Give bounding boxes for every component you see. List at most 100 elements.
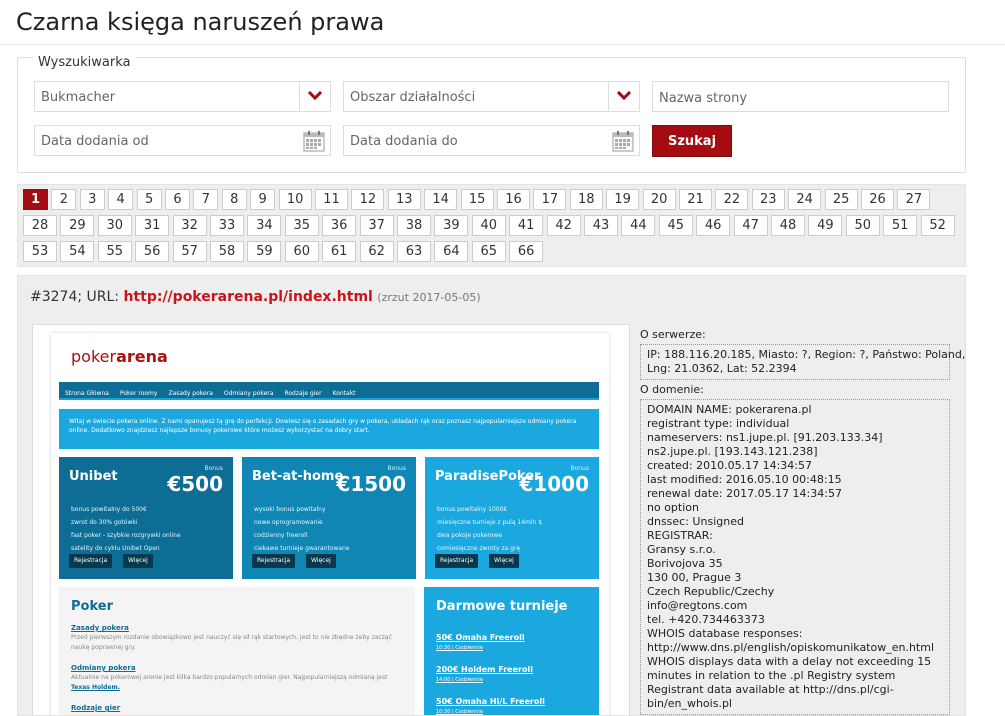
page-button-9[interactable]: 9: [250, 189, 276, 210]
chevron-down-icon[interactable]: [299, 82, 330, 111]
page-button-43[interactable]: 43: [584, 215, 618, 236]
domain-info-line: Czech Republic/Czechy: [647, 585, 775, 598]
page-button-17[interactable]: 17: [533, 189, 567, 210]
page-button-36[interactable]: 36: [322, 215, 357, 236]
page-button-5[interactable]: 5: [136, 189, 162, 210]
domain-info-line: bin/en_whois.pl: [647, 697, 732, 710]
page-button-50[interactable]: 50: [845, 215, 880, 236]
page-button-55[interactable]: 55: [97, 241, 132, 262]
page-button-53[interactable]: 53: [23, 241, 57, 262]
page-button-1[interactable]: 1: [23, 189, 48, 210]
page-button-62[interactable]: 62: [359, 241, 394, 262]
page-button-42[interactable]: 42: [546, 215, 581, 236]
page-button-52[interactable]: 52: [920, 215, 955, 236]
entry-header: #3274; URL: http://pokerarena.pl/index.h…: [30, 289, 481, 305]
page-button-61[interactable]: 61: [322, 241, 357, 262]
page-button-16[interactable]: 16: [497, 189, 530, 210]
date-from-input[interactable]: Data dodania od: [34, 125, 331, 156]
page-button-47[interactable]: 47: [733, 215, 768, 236]
page-button-2[interactable]: 2: [51, 189, 77, 210]
page-button-22[interactable]: 22: [715, 189, 749, 210]
site-logo: pokerarena: [71, 347, 168, 366]
site-nav-item: Poker roomy: [119, 390, 158, 397]
page-button-8[interactable]: 8: [221, 189, 247, 210]
page-button-7[interactable]: 7: [193, 189, 219, 210]
page-button-28[interactable]: 28: [23, 215, 57, 236]
chevron-down-icon[interactable]: [608, 82, 639, 111]
page-button-66[interactable]: 66: [509, 241, 544, 262]
page-button-15[interactable]: 15: [460, 189, 494, 210]
page-button-54[interactable]: 54: [60, 241, 95, 262]
page-button-25[interactable]: 25: [824, 189, 858, 210]
page-button-56[interactable]: 56: [135, 241, 170, 262]
page-button-46[interactable]: 46: [696, 215, 731, 236]
page-button-37[interactable]: 37: [359, 215, 394, 236]
site-name-placeholder: Nazwa strony: [659, 91, 748, 106]
page-button-40[interactable]: 40: [471, 215, 506, 236]
domain-info-line: registrant type: individual: [647, 417, 790, 430]
screenshot-page: pokerarena Strona Główna Poker roomy Zasad…: [51, 333, 609, 715]
site-nav-item: Strona Główna: [65, 390, 109, 397]
page-button-31[interactable]: 31: [135, 215, 170, 236]
page-button-3[interactable]: 3: [79, 189, 105, 210]
page-button-29[interactable]: 29: [60, 215, 95, 236]
page-button-30[interactable]: 30: [97, 215, 132, 236]
domain-info-line: WHOIS displays data with a delay not exc…: [647, 655, 932, 668]
page-button-19[interactable]: 19: [606, 189, 640, 210]
domain-info-line: created: 2010.05.17 14:34:57: [647, 459, 812, 472]
page-button-51[interactable]: 51: [883, 215, 918, 236]
page-button-58[interactable]: 58: [210, 241, 244, 262]
domain-info-line: last modified: 2016.05.10 00:48:15: [647, 473, 842, 486]
page-button-34[interactable]: 34: [247, 215, 282, 236]
page-button-23[interactable]: 23: [751, 189, 785, 210]
page-button-11[interactable]: 11: [315, 189, 348, 210]
page-button-63[interactable]: 63: [397, 241, 431, 262]
page-button-21[interactable]: 21: [679, 189, 712, 210]
page-button-49[interactable]: 49: [808, 215, 843, 236]
page-button-20[interactable]: 20: [642, 189, 676, 210]
domain-info-box: DOMAIN NAME: pokerarena.pl registrant typ…: [640, 399, 950, 715]
page-button-10[interactable]: 10: [278, 189, 312, 210]
date-to-input[interactable]: Data dodania do: [343, 125, 640, 156]
page-button-27[interactable]: 27: [897, 189, 931, 210]
bookmaker-select[interactable]: Bukmacher: [34, 81, 331, 112]
page-button-65[interactable]: 65: [471, 241, 506, 262]
page-button-13[interactable]: 13: [387, 189, 421, 210]
domain-info: O serwerze: IP: 188.116.20.185, Miasto: …: [640, 328, 965, 715]
search-button[interactable]: Szukaj: [652, 125, 732, 157]
domain-info-line: dnssec: Unsigned: [647, 515, 744, 528]
bookmaker-select-label: Bukmacher: [41, 90, 116, 105]
page-button-64[interactable]: 64: [434, 241, 469, 262]
page-button-59[interactable]: 59: [247, 241, 282, 262]
page-button-6[interactable]: 6: [165, 189, 190, 210]
domain-info-line: minutes in relation to the .pl Registry …: [647, 669, 896, 682]
page-button-4[interactable]: 4: [108, 189, 134, 210]
calendar-icon[interactable]: [303, 130, 325, 156]
domain-info-line: REGISTRAR:: [647, 529, 713, 542]
page-button-45[interactable]: 45: [658, 215, 693, 236]
domain-label: O domenie:: [640, 383, 704, 396]
page-button-39[interactable]: 39: [434, 215, 469, 236]
page-button-26[interactable]: 26: [861, 189, 894, 210]
page-button-14[interactable]: 14: [424, 189, 458, 210]
page-button-35[interactable]: 35: [284, 215, 319, 236]
page-button-60[interactable]: 60: [284, 241, 319, 262]
site-name-input[interactable]: Nazwa strony: [652, 81, 949, 112]
site-nav: Strona Główna Poker roomy Zasady pokera Odm…: [59, 382, 599, 400]
site-screenshot: pokerarena Strona Główna Poker roomy Zasad…: [32, 324, 630, 715]
page-button-24[interactable]: 24: [788, 189, 822, 210]
page-button-32[interactable]: 32: [172, 215, 207, 236]
area-select[interactable]: Obszar działalności: [343, 81, 640, 112]
page-button-44[interactable]: 44: [621, 215, 656, 236]
page-button-48[interactable]: 48: [771, 215, 805, 236]
page-button-57[interactable]: 57: [172, 241, 207, 262]
page-button-18[interactable]: 18: [569, 189, 603, 210]
page-button-41[interactable]: 41: [509, 215, 544, 236]
entry-url-link[interactable]: http://pokerarena.pl/index.html: [123, 289, 372, 305]
page-button-38[interactable]: 38: [397, 215, 431, 236]
page-button-33[interactable]: 33: [210, 215, 244, 236]
page-button-12[interactable]: 12: [351, 189, 385, 210]
domain-info-line: Borivojova 35: [647, 557, 723, 570]
calendar-icon[interactable]: [612, 130, 634, 156]
area-select-label: Obszar działalności: [350, 90, 476, 105]
